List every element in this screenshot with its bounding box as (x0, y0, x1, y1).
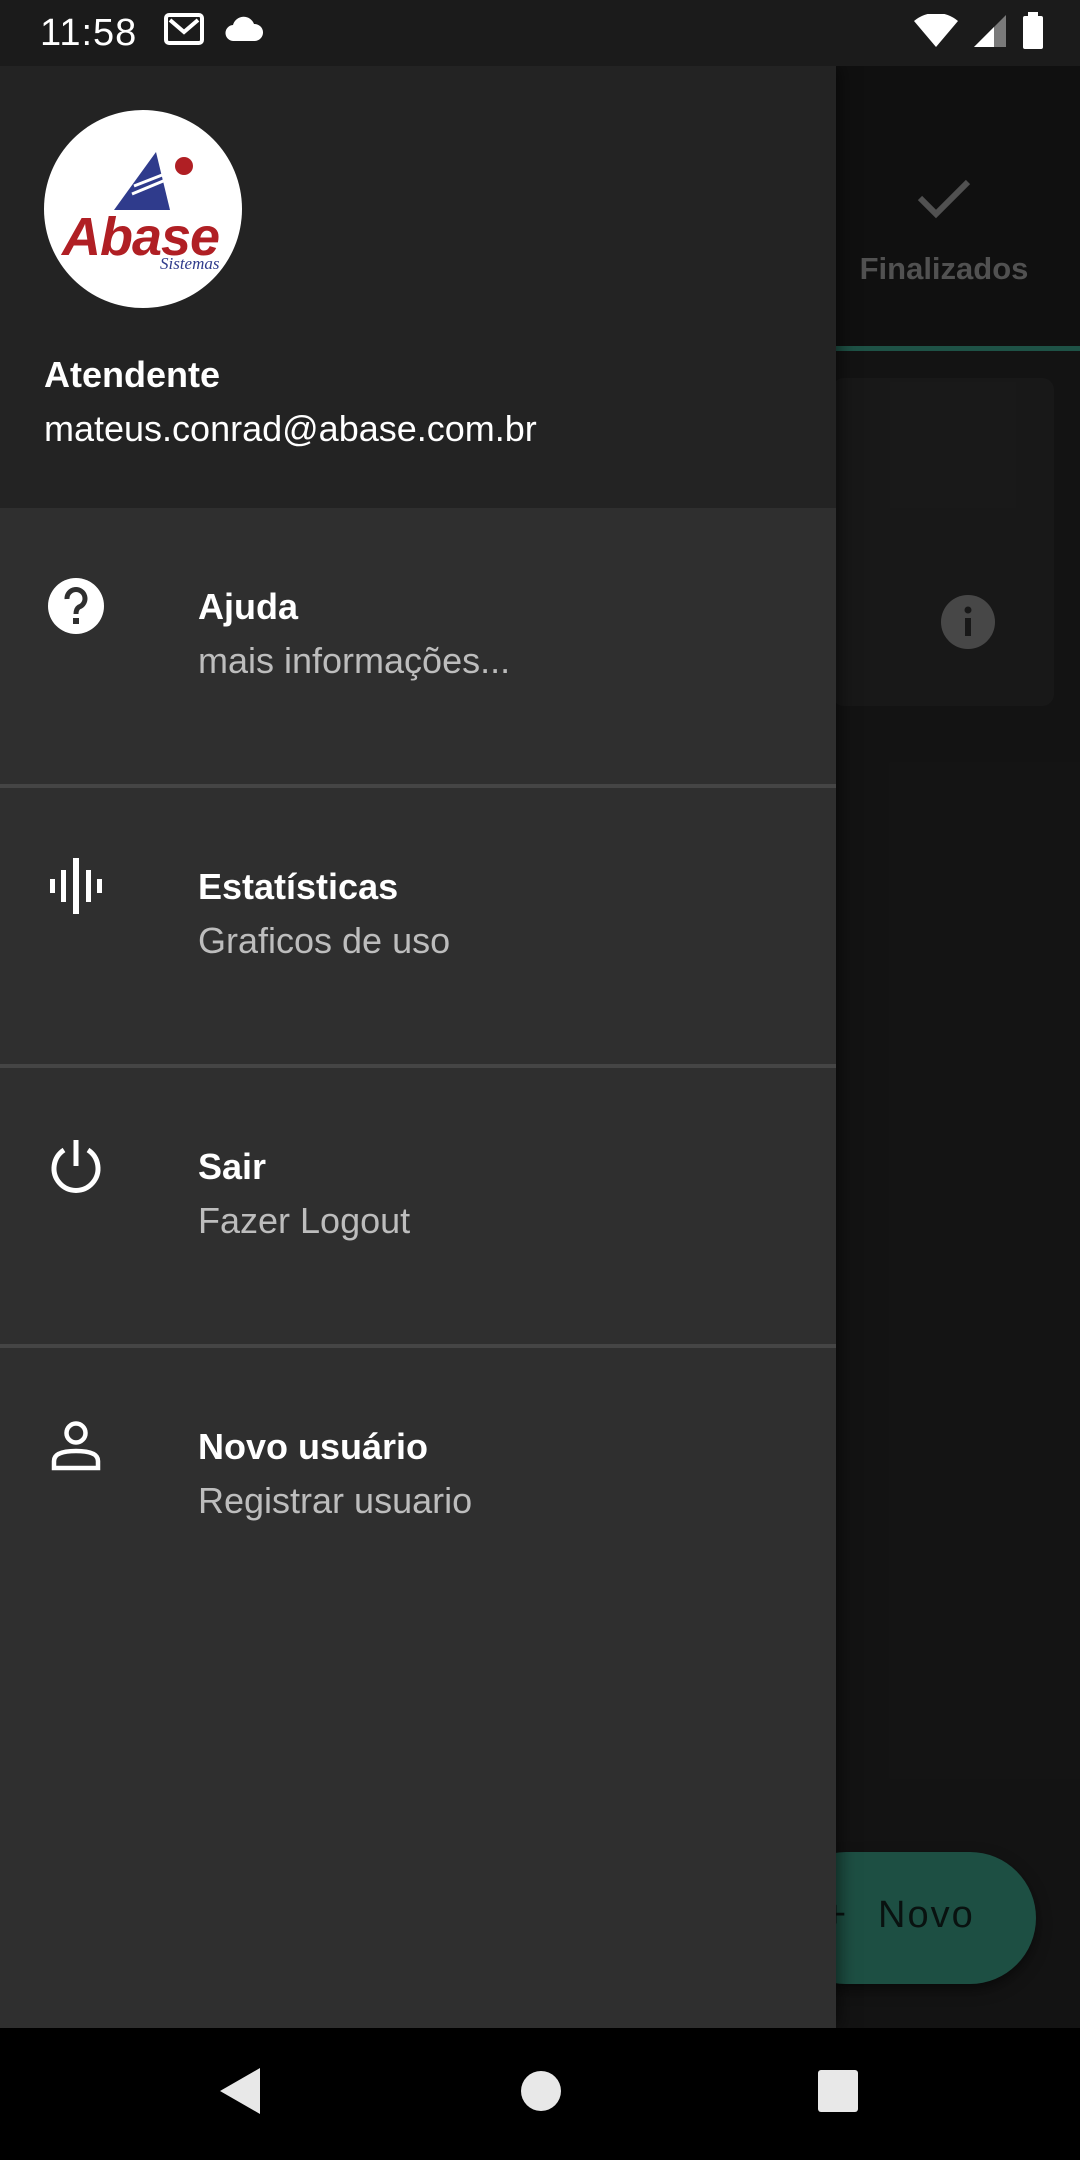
wifi-icon (914, 12, 958, 53)
menu-item-subtitle: Graficos de uso (198, 920, 451, 961)
person-icon (44, 1414, 108, 1478)
menu-item-title: Estatísticas (198, 866, 399, 907)
menu-item-ajuda[interactable]: Ajuda mais informações... (0, 508, 836, 788)
signal-icon (972, 14, 1008, 53)
system-nav-bar (0, 2028, 1080, 2160)
user-role: Atendente (44, 354, 221, 395)
menu-item-title: Sair (198, 1146, 267, 1187)
logo-subtext: Sistemas (160, 254, 220, 273)
power-icon (44, 1134, 108, 1198)
home-icon[interactable] (520, 2066, 562, 2121)
navigation-drawer: Abase Sistemas Atendente mateus.conrad@a… (0, 66, 836, 2028)
menu-item-subtitle: mais informações... (198, 640, 511, 681)
abase-logo-mark (114, 152, 193, 210)
help-icon (44, 574, 108, 638)
cloud-icon (224, 15, 264, 48)
back-icon[interactable] (218, 2066, 262, 2121)
menu-item-sair[interactable]: Sair Fazer Logout (0, 1068, 836, 1348)
stats-icon (44, 854, 108, 918)
status-bar: 11:58 (0, 0, 1080, 66)
menu-item-subtitle: Fazer Logout (198, 1200, 411, 1241)
battery-icon (1022, 12, 1044, 55)
gmail-icon (164, 12, 204, 51)
menu-item-novo-usuario[interactable]: Novo usuário Registrar usuario (0, 1348, 836, 1624)
menu-item-title: Novo usuário (198, 1426, 429, 1467)
drawer-menu: Ajuda mais informações... Estatísticas G… (0, 508, 836, 1624)
avatar: Abase Sistemas (44, 110, 242, 308)
menu-item-title: Ajuda (198, 586, 299, 627)
menu-item-subtitle: Registrar usuario (198, 1480, 473, 1521)
status-time: 11:58 (40, 12, 138, 54)
user-email: mateus.conrad@abase.com.br (44, 408, 537, 449)
menu-item-estatisticas[interactable]: Estatísticas Graficos de uso (0, 788, 836, 1068)
drawer-header: Abase Sistemas Atendente mateus.conrad@a… (0, 66, 836, 508)
recents-icon[interactable] (816, 2066, 860, 2121)
